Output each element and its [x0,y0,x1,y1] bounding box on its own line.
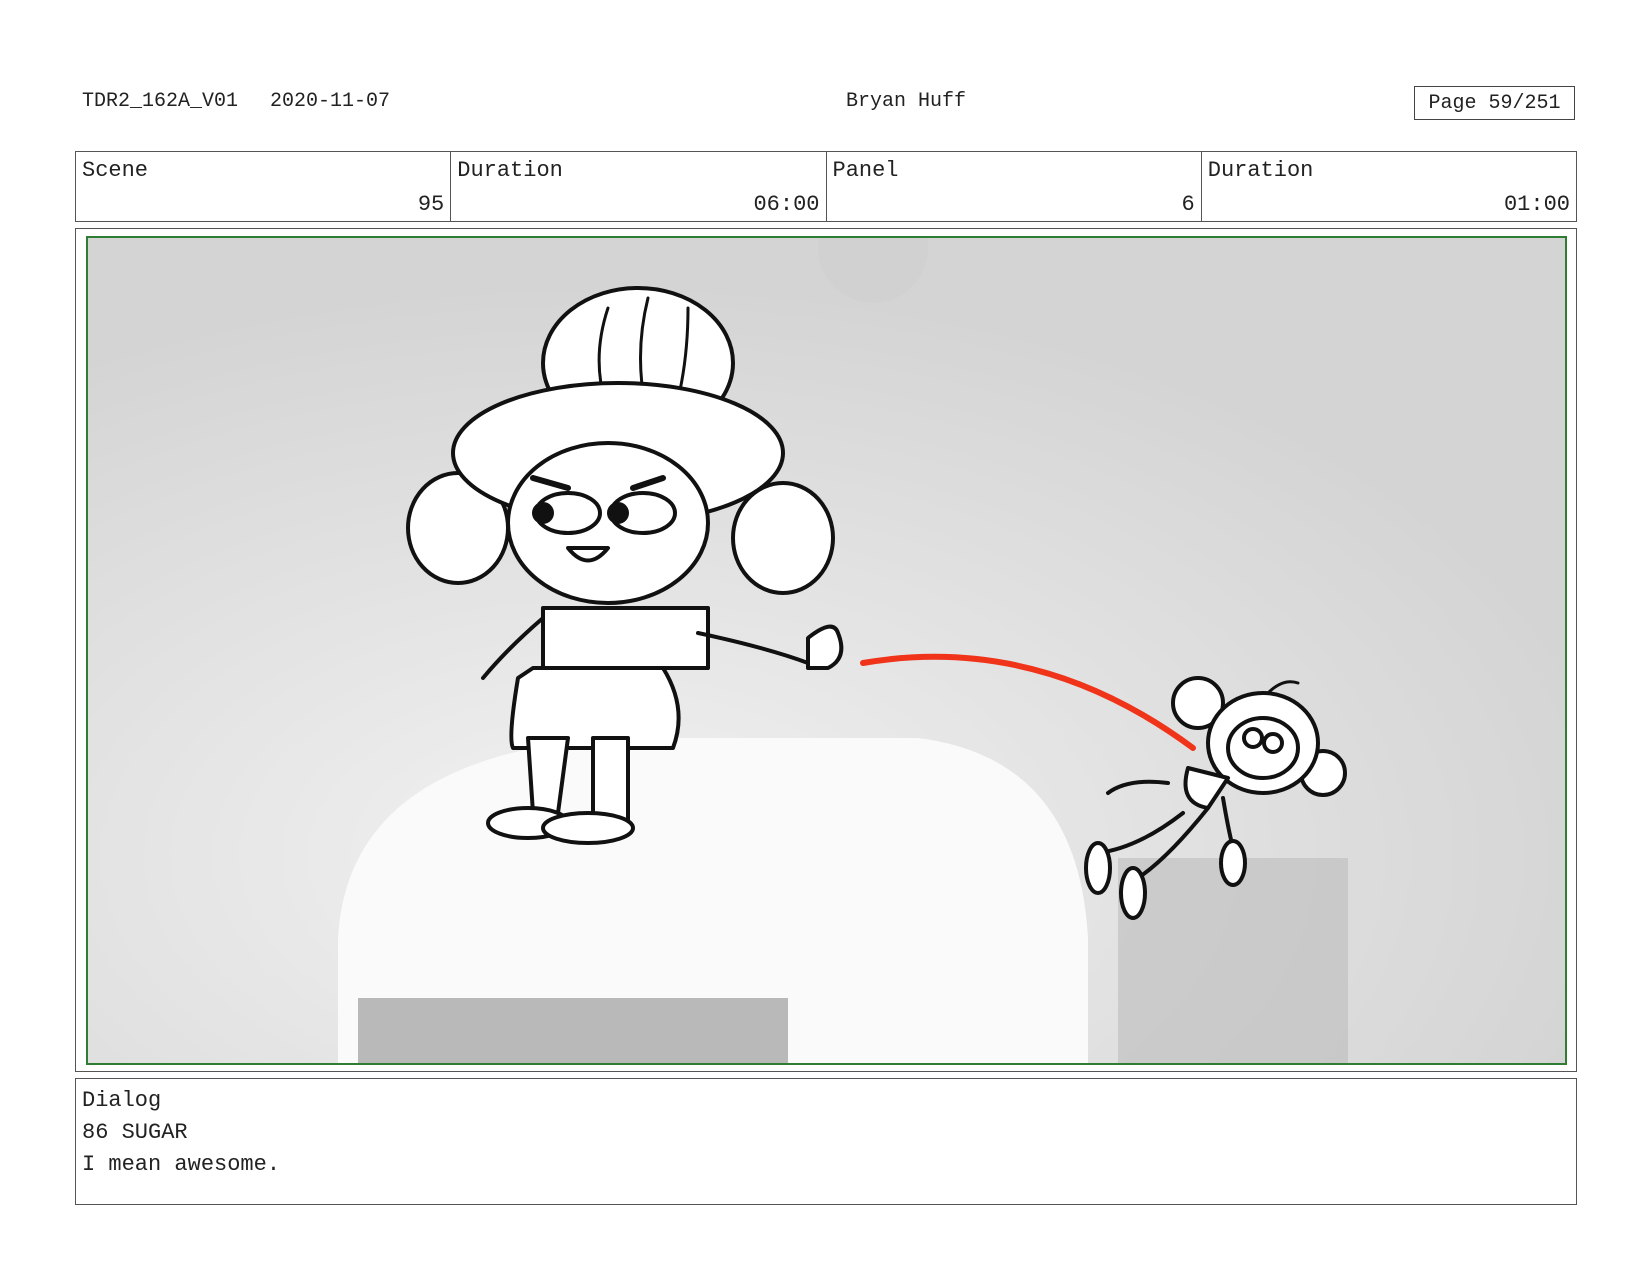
page-indicator: Page 59/251 [1414,86,1575,120]
dialog-speaker: 86 SUGAR [82,1120,188,1145]
page-number: 59/251 [1488,91,1561,115]
couch-shadow [358,998,788,1063]
panel-duration-value: 01:00 [1503,192,1570,217]
dialog-box: Dialog 86 SUGAR I mean awesome. [75,1078,1577,1205]
panel-cell: Panel 6 [827,152,1202,221]
scene-label: Scene [82,158,149,183]
scene-info-table: Scene 95 Duration 06:00 Panel 6 Duration… [75,151,1577,222]
dialog-line: I mean awesome. [82,1152,281,1177]
scene-duration-cell: Duration 06:00 [451,152,827,221]
couch-arm-shadow [1118,858,1348,1063]
panel-duration-label: Duration [1207,158,1314,183]
production-id: TDR2_162A_V01 [82,90,239,113]
scene-cell: Scene 95 [76,152,452,221]
panel-duration-cell: Duration 01:00 [1202,152,1576,221]
scene-value: 95 [417,192,445,217]
panel-drawing [88,238,1565,1063]
board-date: 2020-11-07 [270,90,391,113]
scene-duration-value: 06:00 [753,192,820,217]
storyboard-panel-image [86,236,1567,1065]
panel-label: Panel [832,158,899,183]
panel-value: 6 [1181,192,1195,217]
scene-duration-label: Duration [457,158,563,183]
dialog-label: Dialog [82,1088,162,1113]
board-author: Bryan Huff [846,90,967,113]
page-label: Page [1428,91,1477,115]
